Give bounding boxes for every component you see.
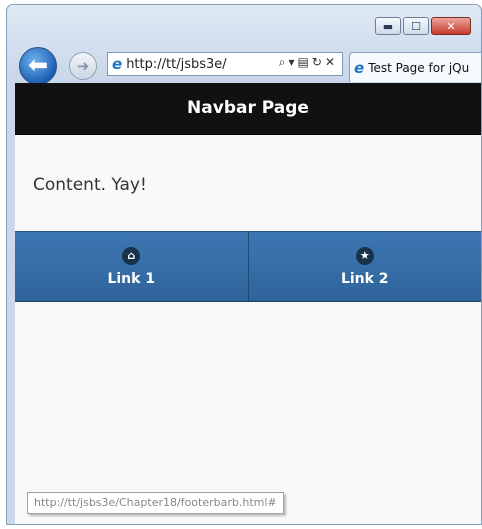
navbar-link-label: Link 1 (107, 270, 156, 287)
navbar-link-1[interactable]: ⌂ Link 1 (15, 232, 249, 301)
address-tools: ⌕▾▤↻✕ (279, 55, 338, 70)
browser-window: ▬ ☐ ✕ ⬅ ➜ e http://tt/jsbs3e/ ⌕▾▤↻✕ e Te… (6, 4, 482, 525)
minimize-button[interactable]: ▬ (375, 17, 401, 35)
star-icon: ★ (355, 246, 374, 265)
forward-arrow-icon: ➜ (76, 57, 90, 75)
browser-tab[interactable]: e Test Page for jQu (349, 52, 481, 82)
address-url[interactable]: http://tt/jsbs3e/ (126, 57, 226, 72)
navbar-link-2[interactable]: ★ Link 2 (248, 232, 481, 301)
close-icon: ✕ (446, 19, 456, 33)
dropdown-icon[interactable]: ▾ (289, 55, 298, 69)
home-icon: ⌂ (122, 246, 141, 265)
maximize-icon: ☐ (411, 19, 421, 33)
refresh-icon[interactable]: ↻ (312, 55, 325, 69)
compat-view-icon[interactable]: ▤ (298, 55, 312, 69)
page-header: Navbar Page (15, 83, 481, 135)
navbar: ⌂ Link 1 ★ Link 2 (15, 231, 481, 302)
status-bar-url: http://tt/jsbs3e/Chapter18/footerbarb.ht… (27, 492, 284, 514)
browser-toolbar: ⬅ ➜ e http://tt/jsbs3e/ ⌕▾▤↻✕ e Test Pag… (13, 43, 481, 85)
maximize-button[interactable]: ☐ (403, 17, 429, 35)
minimize-icon: ▬ (382, 19, 394, 33)
ie-icon: e (112, 55, 123, 73)
back-arrow-icon: ⬅ (27, 51, 49, 79)
tab-title: Test Page for jQu (368, 60, 470, 75)
close-button[interactable]: ✕ (431, 17, 471, 35)
content-text: Content. Yay! (33, 175, 147, 195)
stop-icon[interactable]: ✕ (325, 55, 338, 69)
tab-ie-icon: e (354, 58, 365, 77)
page-title: Navbar Page (187, 98, 309, 118)
page-content: Navbar Page Content. Yay! ⌂ Link 1 ★ Lin… (15, 83, 481, 524)
back-button[interactable]: ⬅ (19, 47, 57, 85)
window-controls: ▬ ☐ ✕ (375, 17, 471, 35)
address-bar[interactable]: e http://tt/jsbs3e/ ⌕▾▤↻✕ (107, 52, 343, 76)
navbar-link-label: Link 2 (340, 270, 389, 287)
forward-button[interactable]: ➜ (69, 52, 97, 80)
search-icon[interactable]: ⌕ (279, 55, 289, 69)
